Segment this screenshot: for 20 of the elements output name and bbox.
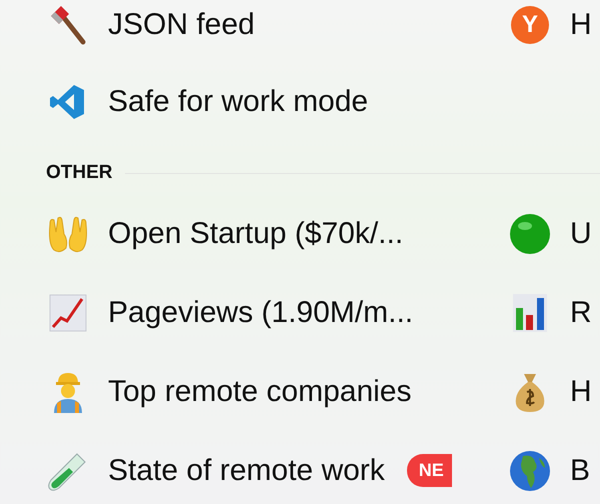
menu-link[interactable]: H xyxy=(570,374,592,410)
menu-link[interactable]: Top remote companies xyxy=(108,374,412,410)
new-badge: NE xyxy=(406,454,452,487)
section-heading: OTHER xyxy=(46,162,112,184)
menu-link[interactable]: B xyxy=(570,452,590,488)
menu-link[interactable]: State of remote work xyxy=(108,452,385,488)
worker-icon xyxy=(51,370,85,412)
menu-link[interactable]: JSON feed xyxy=(108,6,255,42)
globe-icon xyxy=(509,450,551,492)
line-chart-icon xyxy=(49,294,87,332)
menu-link[interactable]: H xyxy=(570,6,592,42)
bar-chart-icon xyxy=(512,292,548,332)
money-bag-icon xyxy=(514,372,546,412)
menu-link[interactable]: U xyxy=(570,216,592,252)
circle-icon xyxy=(509,212,551,254)
menu-link[interactable]: R xyxy=(570,294,592,330)
menu-link[interactable]: Open Startup ($70k/... xyxy=(108,216,404,252)
logo-icon: Y xyxy=(511,6,549,44)
menu-link[interactable]: Safe for work mode xyxy=(108,84,368,120)
menu-link[interactable]: Pageviews (1.90M/m... xyxy=(108,294,414,330)
